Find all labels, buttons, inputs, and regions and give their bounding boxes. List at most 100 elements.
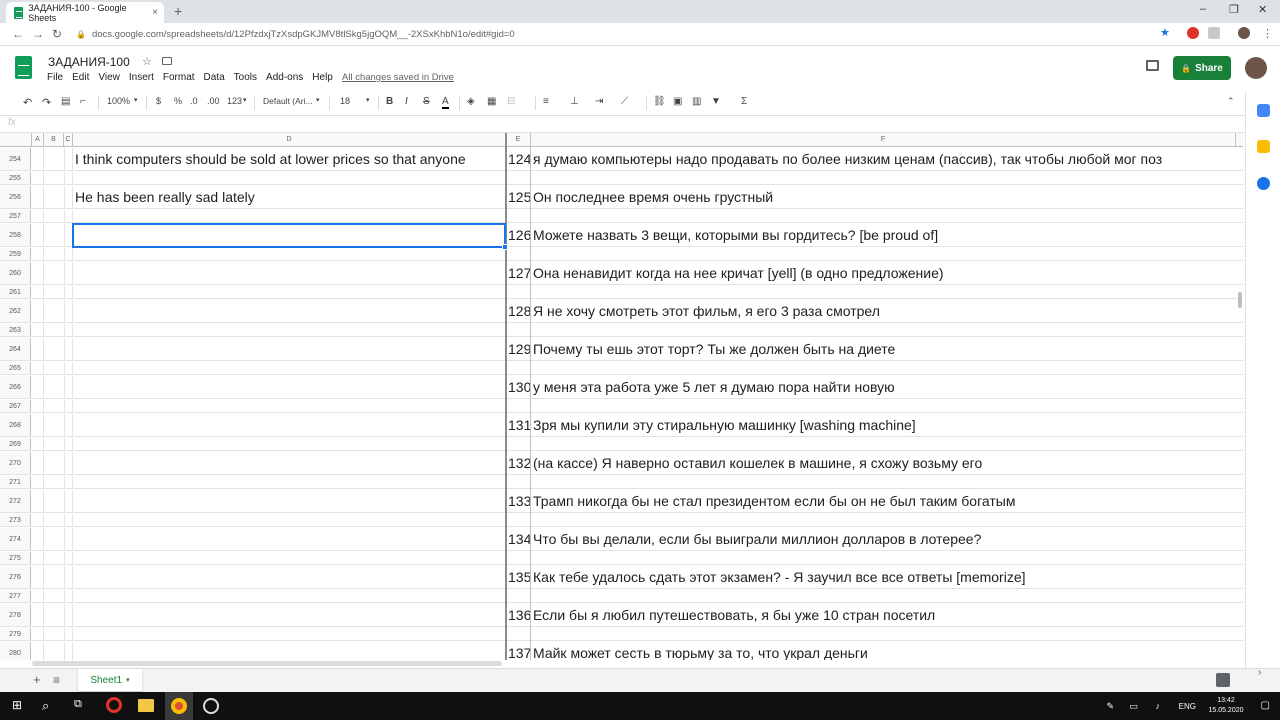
clock[interactable]: 13:42 15.05.2020 — [1204, 696, 1248, 716]
cell-e[interactable]: 127 — [507, 262, 531, 284]
document-title[interactable]: ЗАДАНИЯ-100 — [48, 55, 130, 69]
cell-d[interactable] — [75, 338, 507, 360]
bold-button[interactable]: B — [386, 96, 393, 107]
column-header-f[interactable]: F — [531, 133, 1236, 147]
vertical-scrollbar-thumb[interactable] — [1238, 292, 1242, 308]
row-number[interactable]: 277 — [0, 590, 31, 602]
row-number[interactable]: 266 — [0, 376, 31, 398]
forward-icon[interactable]: → — [32, 27, 44, 41]
row-number[interactable]: 265 — [0, 362, 31, 374]
save-status[interactable]: All changes saved in Drive — [342, 72, 454, 83]
expand-panel-icon[interactable]: › — [1258, 667, 1261, 678]
cell-e[interactable]: 135 — [507, 566, 531, 588]
cell-f[interactable]: Как тебе удалось сдать этот экзамен? - Я… — [533, 566, 1236, 588]
menu-addons[interactable]: Add-ons — [266, 72, 303, 83]
cell-f[interactable]: Майк может сесть в тюрьму за то, что укр… — [533, 642, 1236, 660]
cell-d[interactable] — [75, 248, 507, 260]
maximize-button[interactable]: ❐ — [1229, 3, 1239, 16]
browser-tab[interactable]: ЗАДАНИЯ-100 - Google Sheets × — [6, 2, 164, 23]
notifications-icon[interactable]: ▢ — [1261, 701, 1270, 711]
cell-f[interactable]: я думаю компьютеры надо продавать по бол… — [533, 148, 1236, 170]
cell-e[interactable] — [507, 362, 531, 374]
font-chevron-icon[interactable]: ▾ — [316, 96, 320, 104]
row-number[interactable]: 262 — [0, 300, 31, 322]
row-number[interactable]: 278 — [0, 604, 31, 626]
cell-f[interactable]: (на кассе) Я наверно оставил кошелек в м… — [533, 452, 1236, 474]
filter-icon[interactable]: ▼ — [711, 96, 721, 107]
insert-link-icon[interactable]: ⛓ — [653, 96, 666, 107]
sheet-tab[interactable]: Sheet1 ▾ — [78, 669, 142, 691]
cell-e[interactable]: 124 — [507, 148, 531, 170]
cell-e[interactable]: 132 — [507, 452, 531, 474]
zoom-chevron-icon[interactable]: ▾ — [134, 96, 138, 104]
cell-e[interactable]: 131 — [507, 414, 531, 436]
menu-view[interactable]: View — [98, 72, 120, 83]
menu-help[interactable]: Help — [312, 72, 333, 83]
cell-e[interactable] — [507, 514, 531, 526]
cell-f[interactable] — [533, 628, 1236, 640]
italic-button[interactable]: I — [405, 96, 408, 107]
font-size-chevron-icon[interactable]: ▾ — [366, 96, 370, 104]
cell-d[interactable] — [75, 642, 507, 660]
column-header-a[interactable]: A — [32, 133, 44, 147]
print-icon[interactable]: ▤ — [61, 96, 70, 107]
all-sheets-button[interactable]: ≡ — [53, 673, 60, 687]
cell-d[interactable] — [75, 552, 507, 564]
merge-cells-icon[interactable]: ⊟ — [507, 96, 515, 107]
cell-e[interactable] — [507, 552, 531, 564]
font-family-select[interactable]: Default (Ari... — [263, 96, 313, 106]
cell-f[interactable]: Он последнее время очень грустный — [533, 186, 1236, 208]
cell-d[interactable] — [75, 210, 507, 222]
cell-e[interactable]: 136 — [507, 604, 531, 626]
selected-cell[interactable] — [72, 223, 508, 250]
cell-e[interactable] — [507, 438, 531, 450]
cell-d[interactable] — [75, 376, 507, 398]
row-number[interactable]: 273 — [0, 514, 31, 526]
tab-close-icon[interactable]: × — [152, 7, 158, 18]
task-view-icon[interactable]: ⧉ — [74, 698, 82, 711]
volume-icon[interactable]: ♪ — [1156, 701, 1161, 711]
functions-button[interactable]: Σ — [741, 96, 747, 107]
move-folder-icon[interactable] — [162, 57, 172, 65]
cell-d[interactable]: I think computers should be sold at lowe… — [75, 148, 507, 170]
browser-menu-icon[interactable]: ⋮ — [1262, 27, 1273, 40]
cell-e[interactable]: 126 — [507, 224, 531, 246]
row-number[interactable]: 268 — [0, 414, 31, 436]
cell-d[interactable] — [75, 476, 507, 488]
cell-e[interactable]: 130 — [507, 376, 531, 398]
cell-e[interactable] — [507, 286, 531, 298]
cell-d[interactable] — [75, 324, 507, 336]
cell-e[interactable] — [507, 400, 531, 412]
cell-d[interactable]: He has been really sad lately — [75, 186, 507, 208]
new-tab-button[interactable]: + — [174, 3, 182, 19]
row-number[interactable]: 255 — [0, 172, 31, 184]
row-number[interactable]: 263 — [0, 324, 31, 336]
column-header-e[interactable]: E — [506, 133, 531, 147]
row-number[interactable]: 259 — [0, 248, 31, 260]
row-number[interactable]: 270 — [0, 452, 31, 474]
more-formats-chevron-icon[interactable]: ▾ — [243, 96, 247, 104]
sheet-tab-chevron-icon[interactable]: ▾ — [126, 676, 130, 684]
share-button[interactable]: 🔒 Share — [1173, 56, 1231, 80]
text-rotation-icon[interactable]: ⟋ — [621, 96, 628, 107]
row-number[interactable]: 276 — [0, 566, 31, 588]
windows-start-icon[interactable]: ⊞ — [12, 698, 22, 712]
cell-d[interactable] — [75, 300, 507, 322]
fill-color-icon[interactable]: ◈ — [467, 96, 475, 107]
avatar[interactable] — [1245, 57, 1267, 79]
cell-f[interactable]: Зря мы купили эту стиральную машинку [wa… — [533, 414, 1236, 436]
cell-f[interactable]: Если бы я любил путешествовать, я бы уже… — [533, 604, 1236, 626]
text-wrap-icon[interactable]: ⇥ — [595, 96, 603, 107]
cell-f[interactable]: Почему ты ешь этот торт? Ты же должен бы… — [533, 338, 1236, 360]
row-number[interactable]: 261 — [0, 286, 31, 298]
menu-edit[interactable]: Edit — [72, 72, 89, 83]
chrome-icon[interactable] — [171, 698, 187, 714]
redo-icon[interactable]: ↷ — [42, 96, 51, 109]
cell-f[interactable] — [533, 476, 1236, 488]
network-icon[interactable]: ▭ — [1129, 701, 1138, 711]
decrease-decimal-button[interactable]: .0 — [190, 96, 198, 106]
cell-e[interactable]: 129 — [507, 338, 531, 360]
cell-f[interactable] — [533, 400, 1236, 412]
cell-d[interactable] — [75, 262, 507, 284]
cell-f[interactable] — [533, 362, 1236, 374]
